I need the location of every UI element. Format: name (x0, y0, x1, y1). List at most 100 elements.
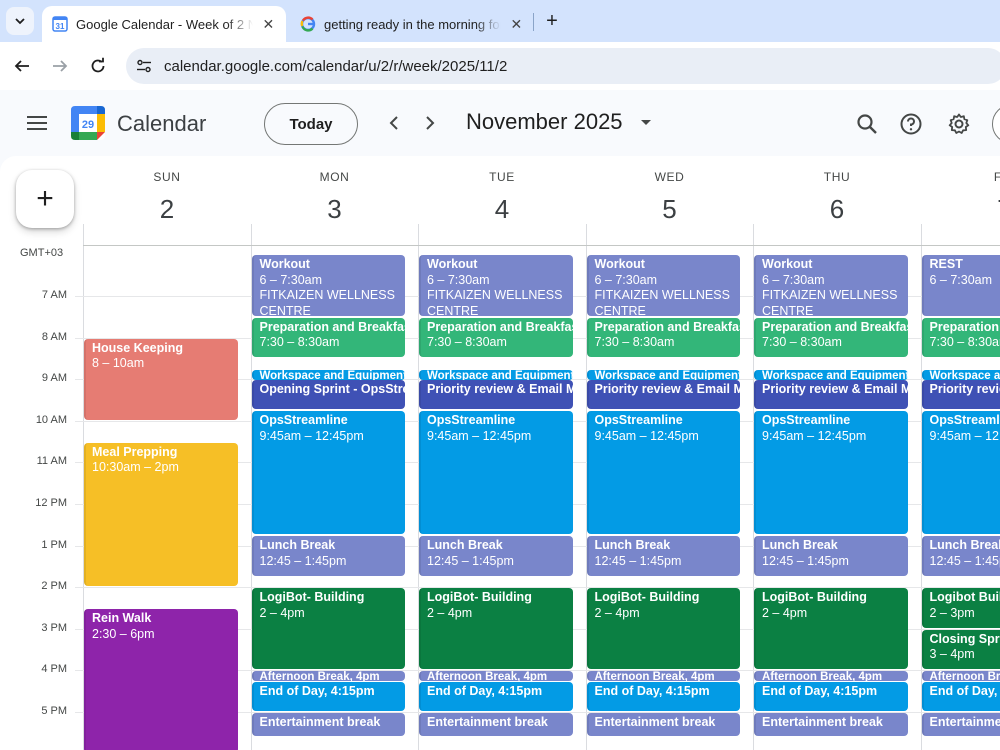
day-number[interactable]: 7 (921, 194, 1000, 225)
chevron-left-icon[interactable] (386, 114, 404, 132)
calendar-event[interactable]: Preparation and Breakfast7:30 – 8:30am (921, 317, 1000, 358)
chevron-right-icon[interactable] (420, 114, 438, 132)
calendar-event[interactable]: Afternoon Break, 4pm (754, 671, 908, 682)
calendar-event[interactable]: Workout 6 – 7:30am FITKAIZEN WELLNESS CENT… (586, 255, 740, 316)
calendar-event[interactable]: Priority review & Email Management (419, 380, 573, 410)
calendar-event[interactable]: Opening Sprint - OpsStreamline (251, 380, 405, 410)
calendar-event[interactable]: Afternoon Break, 4pm (419, 671, 573, 682)
address-bar[interactable]: calendar.google.com/calendar/u/2/r/week/… (126, 48, 1000, 84)
reload-button[interactable] (86, 54, 110, 78)
calendar-event[interactable]: Workspace and Equipment (921, 369, 1000, 380)
calendar-event[interactable]: Workspace and Equipment (754, 369, 908, 380)
app-title: Calendar (117, 111, 207, 136)
calendar-event[interactable]: LogiBot- Building 2 – 4pm (251, 588, 405, 670)
tab-search-button[interactable] (6, 7, 34, 35)
calendar-event[interactable]: Entertainment break (251, 713, 405, 736)
calendar-event[interactable]: Rein Walk 2:30 – 6pm (84, 609, 238, 750)
day-number[interactable]: 2 (83, 194, 251, 225)
day-number[interactable]: 4 (418, 194, 586, 225)
hour-label: 2 PM (41, 580, 67, 593)
calendar-event[interactable]: Workspace and Equipment (419, 369, 573, 380)
calendar-event[interactable]: Entertainment break (586, 713, 740, 736)
day-header-thu[interactable]: THU 6 (753, 156, 921, 246)
calendar-event[interactable]: Closing Sprint3 – 4pm (921, 629, 1000, 670)
calendar-event[interactable]: Meal Prepping 10:30am – 2pm (84, 442, 238, 587)
calendar-event[interactable]: Lunch Break12:45 – 1:45pm (586, 536, 740, 576)
day-header-tue[interactable]: TUE 4 (418, 156, 586, 246)
calendar-event[interactable]: Entertainment break (921, 713, 1000, 736)
calendar-event[interactable]: Lunch Break12:45 – 1:45pm (921, 536, 1000, 576)
calendar-event[interactable]: Workspace and Equipment (251, 369, 405, 380)
back-button[interactable] (10, 54, 34, 78)
calendar-event[interactable]: Workspace and Equipment (586, 369, 740, 380)
calendar-event[interactable]: OpsStreamline9:45am – 12:45pm (754, 411, 908, 535)
calendar-event[interactable]: Entertainment break (419, 713, 573, 736)
calendar-event[interactable]: End of Day, 4:15pm (419, 681, 573, 711)
calendar-event[interactable]: Afternoon Break, 4pm (586, 671, 740, 682)
calendar-event[interactable]: End of Day, 4:15pm (251, 681, 405, 711)
calendar-event[interactable]: Lunch Break12:45 – 1:45pm (419, 536, 573, 576)
event-time: 7:30 – 8:30am (929, 335, 1000, 350)
calendar-event[interactable]: Afternoon Break, 4pm (251, 671, 405, 682)
calendar-event[interactable]: End of Day, 4:15pm (754, 681, 908, 711)
month-label[interactable]: November 2025 (466, 109, 623, 135)
calendar-event[interactable]: OpsStreamline9:45am – 12:45pm (419, 411, 573, 535)
day-header-fri[interactable]: FRI 7 (921, 156, 1000, 246)
calendar-event[interactable]: Priority review & Email Management (754, 380, 908, 410)
settings-icon[interactable] (947, 112, 971, 136)
browser-tab-search[interactable]: getting ready in the morning for work - … (290, 6, 534, 42)
today-button[interactable]: Today (264, 103, 358, 145)
hour-label: 1 PM (41, 538, 67, 551)
day-header-mon[interactable]: MON 3 (251, 156, 419, 246)
event-title: Workspace and Equipment (929, 369, 1000, 380)
caret-down-icon[interactable] (641, 120, 651, 125)
calendar-event[interactable]: OpsStreamline9:45am – 12:45pm (586, 411, 740, 535)
day-number[interactable]: 6 (753, 194, 921, 225)
calendar-event[interactable]: REST 6 – 7:30am (921, 255, 1000, 316)
hour-label: 9 AM (41, 372, 67, 385)
day-header-sun[interactable]: SUN 2 (83, 156, 251, 246)
calendar-event[interactable]: LogiBot- Building 2 – 4pm (586, 588, 740, 670)
calendar-event[interactable]: Priority review & Email Management (586, 380, 740, 410)
calendar-event[interactable]: Workout 6 – 7:30am FITKAIZEN WELLNESS CENT… (251, 255, 405, 316)
event-time: 7:30 – 8:30am (762, 335, 842, 350)
calendar-event[interactable]: Workout 6 – 7:30am FITKAIZEN WELLNESS CENT… (419, 255, 573, 316)
week-view: + SUN 2 MON 3 TUE 4 WED 5 THU 6 FRI 7 GMT+03 7 AM 8 … (0, 156, 1000, 750)
calendar-event[interactable]: Priority review & Email Management (921, 380, 1000, 410)
account-button[interactable] (992, 104, 1000, 144)
help-icon[interactable] (899, 112, 923, 136)
calendar-event[interactable]: End of Day, 4:15pm (921, 681, 1000, 711)
calendar-event[interactable]: LogiBot- Building 2 – 4pm (754, 588, 908, 670)
browser-tab-calendar[interactable]: 31 Google Calendar - Week of 2 November … (42, 6, 286, 42)
day-header-wed[interactable]: WED 5 (586, 156, 754, 246)
site-info-icon[interactable] (136, 58, 152, 74)
forward-button[interactable] (48, 54, 72, 78)
event-title: LogiBot- Building (427, 590, 532, 605)
calendar-event[interactable]: End of Day, 4:15pm (586, 681, 740, 711)
calendar-event[interactable]: LogiBot- Building 2 – 4pm (419, 588, 573, 670)
close-icon[interactable]: ✕ (261, 16, 276, 33)
day-number[interactable]: 3 (251, 194, 419, 225)
calendar-event[interactable]: Preparation and Breakfast7:30 – 8:30am (586, 317, 740, 358)
logo-date: 29 (82, 119, 94, 131)
create-button[interactable]: + (16, 170, 74, 228)
event-title: OpsStreamline (929, 413, 1000, 428)
calendar-event[interactable]: Logibot Building2 – 3pm (921, 588, 1000, 628)
calendar-event[interactable]: Workout 6 – 7:30am FITKAIZEN WELLNESS CENT… (754, 255, 908, 316)
calendar-event[interactable]: Preparation and Breakfast7:30 – 8:30am (251, 317, 405, 358)
calendar-event[interactable]: House Keeping 8 – 10am (84, 338, 238, 420)
day-number[interactable]: 5 (586, 194, 754, 225)
calendar-event[interactable]: Preparation and Breakfast7:30 – 8:30am (419, 317, 573, 358)
calendar-event[interactable]: Preparation and Breakfast7:30 – 8:30am (754, 317, 908, 358)
calendar-event[interactable]: Afternoon Break (921, 671, 1000, 682)
calendar-event[interactable]: OpsStreamline9:45am – 12:45pm (921, 411, 1000, 535)
calendar-event[interactable]: OpsStreamline9:45am – 12:45pm (251, 411, 405, 535)
search-icon[interactable] (855, 112, 879, 136)
calendar-event[interactable]: Lunch Break12:45 – 1:45pm (251, 536, 405, 576)
event-title: OpsStreamline (594, 413, 683, 428)
close-icon[interactable]: ✕ (509, 16, 524, 33)
menu-icon[interactable] (26, 112, 48, 134)
calendar-event[interactable]: Lunch Break12:45 – 1:45pm (754, 536, 908, 576)
new-tab-button[interactable]: + (540, 9, 564, 33)
calendar-event[interactable]: Entertainment break (754, 713, 908, 736)
